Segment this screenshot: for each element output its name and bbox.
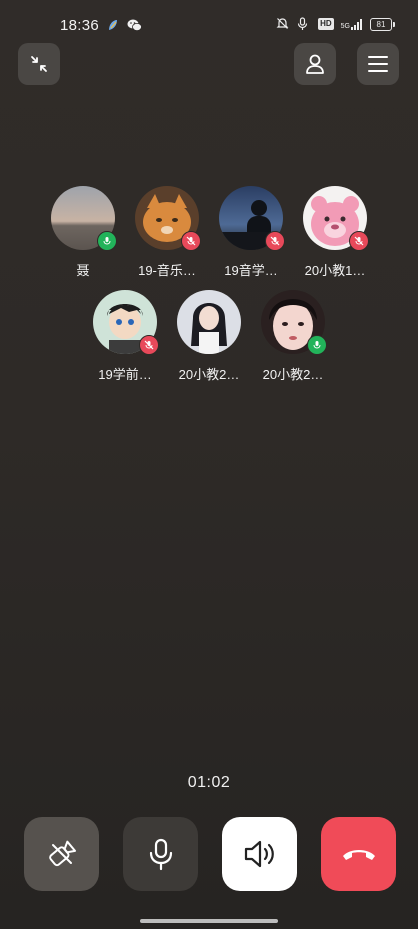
participant-name: 19学前… <box>98 367 152 382</box>
avatar <box>303 186 369 251</box>
avatar <box>93 290 159 355</box>
speaker-icon <box>244 840 274 868</box>
mic-muted-icon <box>186 236 196 246</box>
participant-name: 聂 <box>76 263 90 278</box>
participant-tile[interactable]: 19-音乐… <box>134 186 201 279</box>
hang-up-icon <box>342 850 375 860</box>
avatar <box>177 290 241 354</box>
mic-muted-icon <box>270 236 280 246</box>
wechat-icon <box>127 18 142 32</box>
signal-icon: 5G <box>340 18 363 30</box>
status-bar: 18:36 HD 5G 81 <box>0 0 418 52</box>
avatar <box>51 186 117 251</box>
status-app-icons <box>106 18 142 32</box>
participant-tile[interactable]: 20小教2… <box>260 290 327 383</box>
avatar <box>135 186 201 251</box>
camera-off-icon <box>48 840 76 867</box>
participant-name: 20小教1… <box>304 263 366 278</box>
home-indicator[interactable] <box>140 919 278 923</box>
hd-icon: HD <box>318 18 334 30</box>
mic-muted-badge <box>349 231 369 251</box>
participant-row: 19学前… 20小教2… 20小教2… <box>92 290 327 383</box>
mic-on-badge <box>97 231 117 251</box>
participant-tile[interactable]: 19学前… <box>92 290 159 383</box>
call-controls <box>24 817 396 891</box>
participant-tile[interactable]: 19音学… <box>218 186 285 279</box>
mic-muted-badge <box>139 335 159 355</box>
minimize-button[interactable] <box>18 43 60 85</box>
mic-muted-badge <box>265 231 285 251</box>
mic-muted-icon <box>144 340 154 350</box>
mic-on-badge <box>307 335 327 355</box>
speaker-button[interactable] <box>222 817 297 891</box>
battery-icon: 81 <box>370 17 395 31</box>
menu-button[interactable] <box>357 43 399 85</box>
microphone-icon <box>313 341 321 349</box>
participant-tile[interactable]: 聂 <box>50 186 117 279</box>
participant-name: 20小教2… <box>262 367 324 382</box>
mute-button[interactable] <box>123 817 198 891</box>
status-time: 18:36 <box>60 17 100 34</box>
participant-row: 聂 19-音乐… 19音学… 20小教1… <box>50 186 369 279</box>
avatar <box>261 290 327 355</box>
participant-tile[interactable]: 20小教2… <box>176 290 242 383</box>
hamburger-menu-icon <box>368 56 388 72</box>
person-icon <box>306 54 324 74</box>
network-type: 5G <box>340 22 350 30</box>
microphone-icon <box>103 237 111 245</box>
mic-indicator-icon <box>297 17 311 31</box>
status-right-icons: HD 5G 81 <box>276 17 395 31</box>
avatar <box>219 186 285 251</box>
participant-name: 20小教2… <box>178 367 240 382</box>
participant-name: 19音学… <box>224 263 278 278</box>
participant-tile[interactable]: 20小教1… <box>302 186 369 279</box>
hang-up-button[interactable] <box>321 817 396 891</box>
add-participant-button[interactable] <box>294 43 336 85</box>
alarm-off-icon <box>276 17 290 31</box>
camera-toggle-button[interactable] <box>24 817 99 891</box>
feather-app-icon <box>106 18 120 32</box>
microphone-icon <box>149 838 172 871</box>
mic-muted-badge <box>181 231 201 251</box>
mic-muted-icon <box>354 236 364 246</box>
call-duration: 01:02 <box>187 774 231 791</box>
participant-name: 19-音乐… <box>138 263 196 278</box>
minimize-arrows-icon <box>31 56 47 72</box>
voice-call-screen: 18:36 HD 5G 81 聂 19-音乐… 19音学… 20小教1… 19学… <box>0 0 418 929</box>
